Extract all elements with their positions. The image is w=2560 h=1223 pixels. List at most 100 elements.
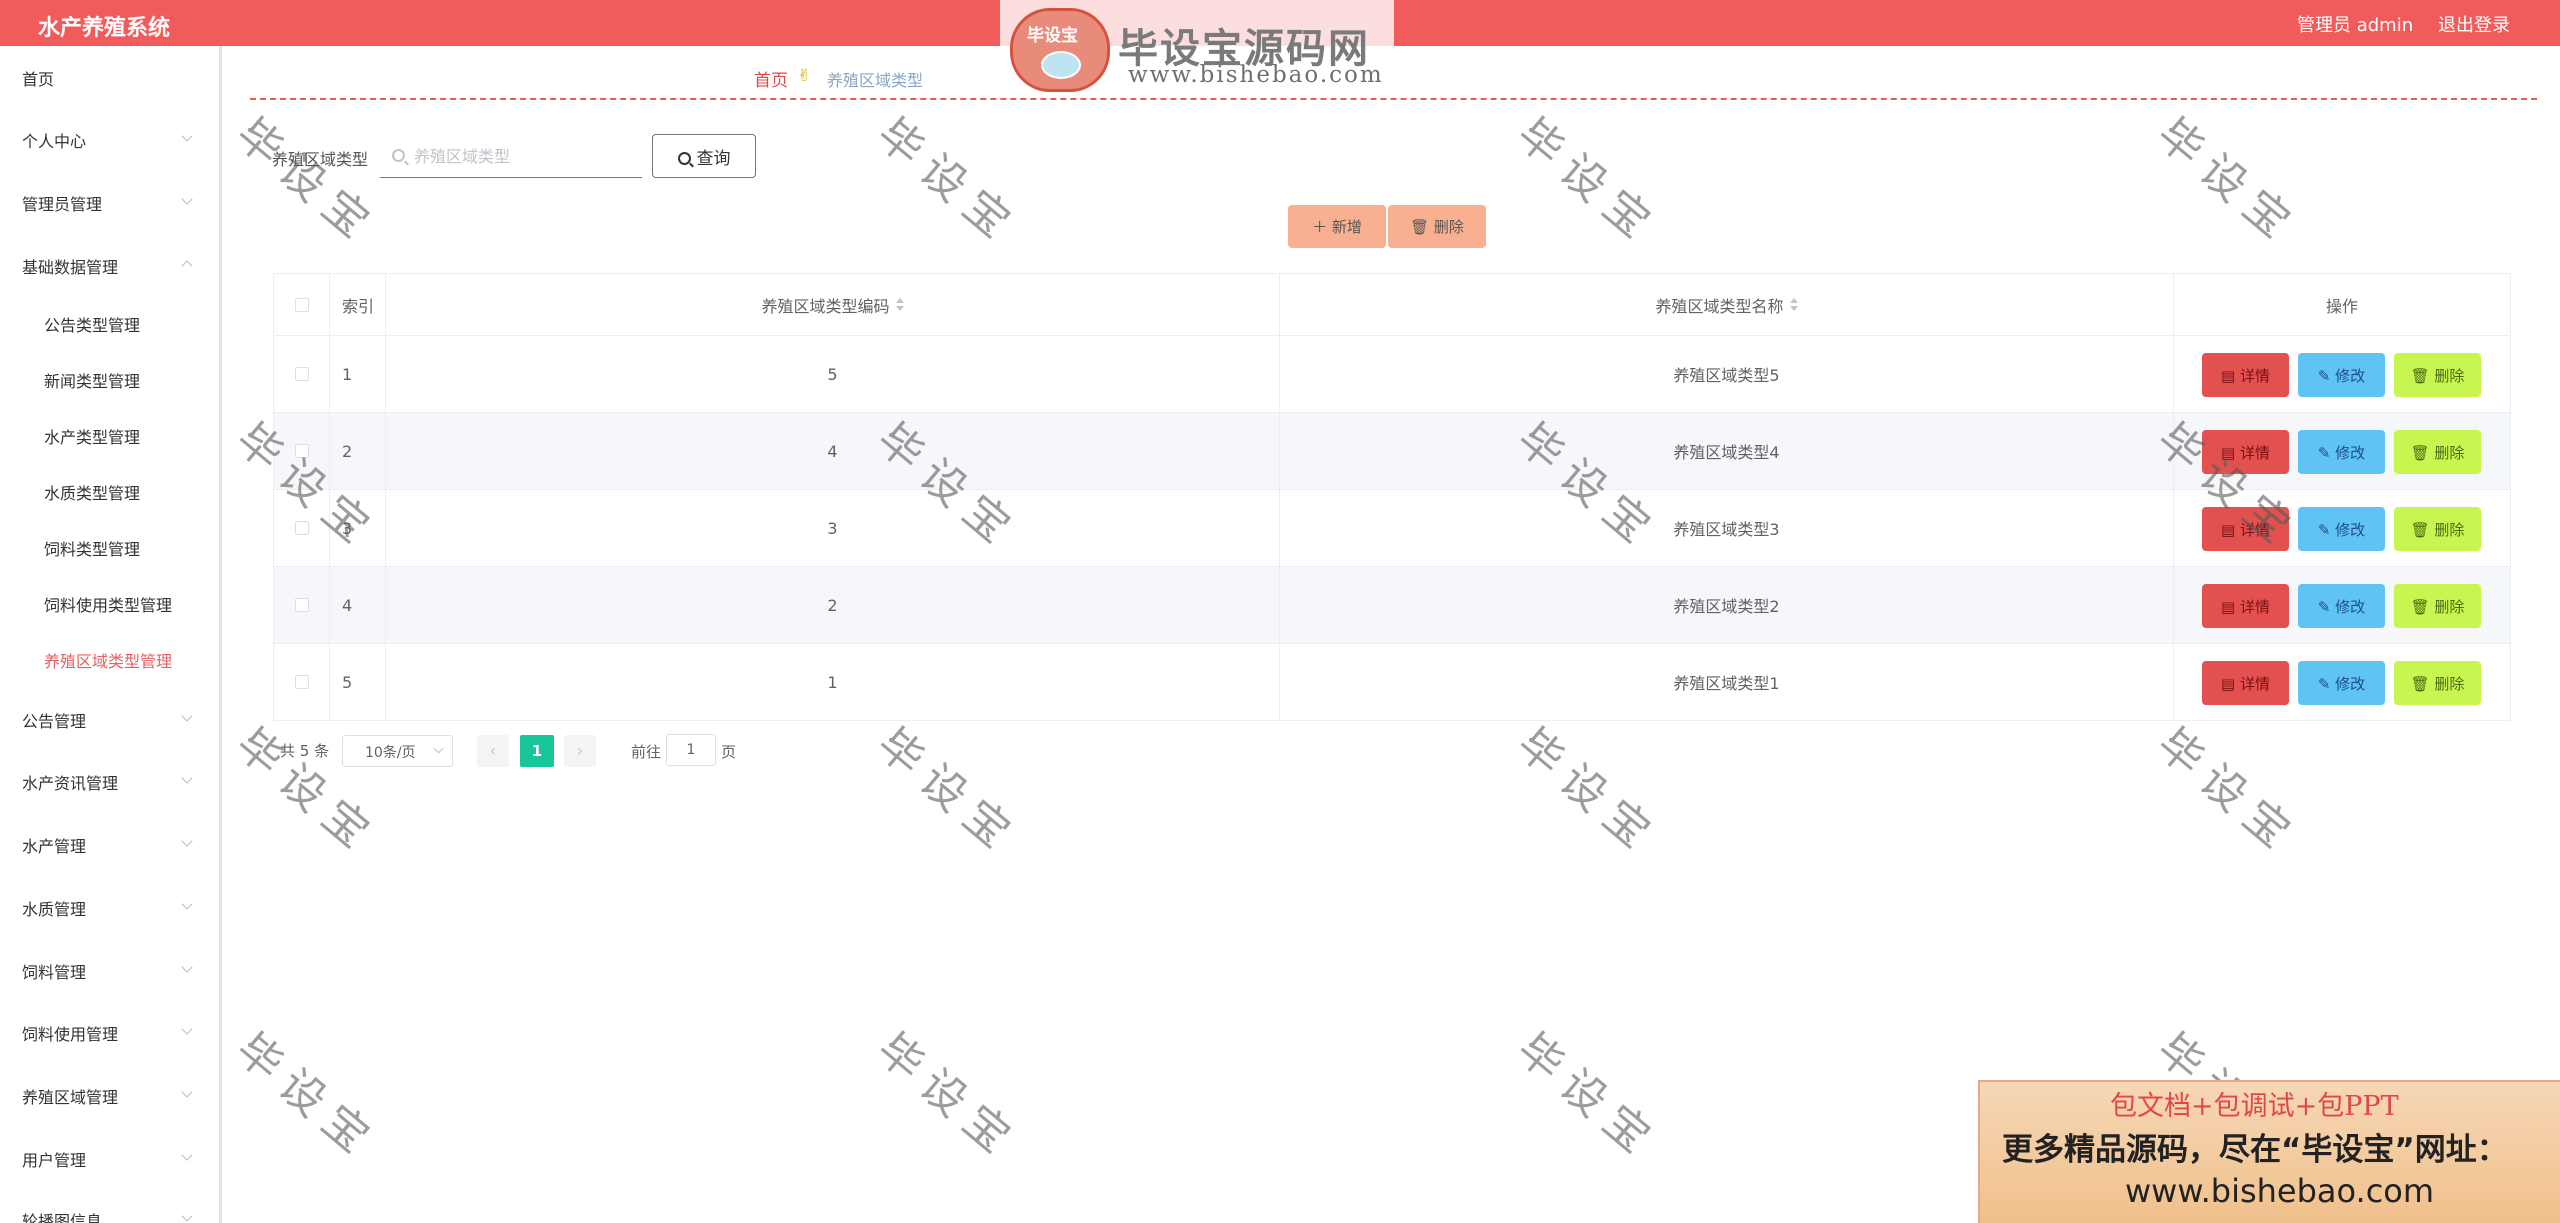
detail-button[interactable]: ▤ 详情 <box>2202 507 2289 551</box>
detail-button[interactable]: ▤ 详情 <box>2202 584 2289 628</box>
edit-button[interactable]: ✎ 修改 <box>2298 430 2385 474</box>
detail-button-label: 详情 <box>2239 520 2270 539</box>
delete-button[interactable]: 🗑 删除 <box>2394 584 2481 628</box>
edit-button[interactable]: ✎ 修改 <box>2298 584 2385 628</box>
sidebar-item[interactable]: 饲料使用类型管理 <box>0 582 219 622</box>
breadcrumb-home[interactable]: 首页 <box>754 66 788 91</box>
pencil-icon: ✎ <box>2317 597 2336 616</box>
edit-button[interactable]: ✎ 修改 <box>2298 661 2385 705</box>
chevron-down-icon <box>181 772 193 784</box>
sidebar-item[interactable]: 管理员管理 <box>0 181 219 221</box>
system-title: 水产养殖系统 <box>38 16 171 41</box>
delete-button[interactable]: 🗑 删除 <box>2394 661 2481 705</box>
sidebar-item[interactable]: 水产资讯管理 <box>0 760 219 800</box>
sidebar-item[interactable]: 公告管理 <box>0 698 219 738</box>
row-code: 3 <box>386 490 1280 566</box>
sidebar-item[interactable]: 水质类型管理 <box>0 470 219 510</box>
row-code: 1 <box>386 644 1280 720</box>
next-page-button[interactable]: › <box>564 735 596 767</box>
add-button[interactable]: ＋ 新增 <box>1288 205 1386 248</box>
sidebar-item[interactable]: 首页 <box>0 56 219 96</box>
delete-button[interactable]: 🗑 删除 <box>2394 353 2481 397</box>
query-button[interactable]: 查询 <box>652 134 756 178</box>
sidebar-item[interactable]: 新闻类型管理 <box>0 358 219 398</box>
chevron-down-icon <box>181 898 193 910</box>
header-index: 索引 <box>330 274 386 335</box>
header-name[interactable]: 养殖区域类型名称 <box>1280 274 2174 335</box>
edit-button[interactable]: ✎ 修改 <box>2298 353 2385 397</box>
edit-button[interactable]: ✎ 修改 <box>2298 507 2385 551</box>
sidebar-item-label: 个人中心 <box>22 132 87 151</box>
sidebar-item[interactable]: 基础数据管理 <box>0 244 219 284</box>
sort-icon[interactable] <box>1789 297 1798 312</box>
sidebar-item[interactable]: 养殖区域类型管理 <box>0 638 219 678</box>
header-code-label: 养殖区域类型编码 <box>761 296 890 316</box>
chevron-down-icon <box>181 1086 193 1098</box>
watermark-text: 毕设宝 <box>226 108 388 256</box>
row-checkbox[interactable] <box>294 444 309 458</box>
row-code: 4 <box>386 413 1280 489</box>
sidebar-item[interactable]: 水产管理 <box>0 823 219 863</box>
detail-button[interactable]: ▤ 详情 <box>2202 353 2289 397</box>
page-number-1[interactable]: 1 <box>520 735 554 767</box>
table-row: 2 4 养殖区域类型4 ▤ 详情 ✎ 修改 🗑 删除 <box>274 413 2510 490</box>
sidebar-item-label: 饲料使用管理 <box>22 1025 119 1044</box>
sidebar-item-label: 养殖区域管理 <box>22 1088 119 1107</box>
brand-url: www.bishebao.com <box>1128 62 1384 88</box>
row-code-value: 3 <box>827 518 838 538</box>
page-size-select[interactable]: 10条/页 <box>342 735 453 767</box>
row-checkbox[interactable] <box>294 675 309 689</box>
select-all-checkbox[interactable] <box>294 297 309 312</box>
header-code[interactable]: 养殖区域类型编码 <box>386 274 1280 335</box>
brand-badge-icon: 毕设宝 <box>1010 8 1110 92</box>
sidebar-item[interactable]: 个人中心 <box>0 118 219 158</box>
sidebar-item[interactable]: 饲料类型管理 <box>0 526 219 566</box>
watermark-text: 毕设宝 <box>226 718 388 866</box>
sidebar-item-label: 水质管理 <box>22 900 87 919</box>
detail-button-label: 详情 <box>2239 443 2270 462</box>
watermark-text: 毕设宝 <box>226 1023 388 1171</box>
logout-link[interactable]: 退出登录 <box>2438 11 2510 37</box>
row-code: 2 <box>386 567 1280 643</box>
sidebar-item-label: 养殖区域类型管理 <box>44 652 173 671</box>
detail-button[interactable]: ▤ 详情 <box>2202 430 2289 474</box>
batch-delete-button[interactable]: 🗑 删除 <box>1388 205 1486 248</box>
table-row: 5 1 养殖区域类型1 ▤ 详情 ✎ 修改 🗑 删除 <box>274 644 2510 721</box>
sidebar-item[interactable]: 饲料管理 <box>0 949 219 989</box>
row-checkbox-cell <box>274 567 330 643</box>
document-icon: ▤ <box>2221 597 2240 616</box>
chevron-down-icon <box>181 130 193 142</box>
row-checkbox[interactable] <box>294 521 309 535</box>
row-checkbox[interactable] <box>294 598 309 612</box>
row-checkbox[interactable] <box>294 367 309 381</box>
delete-button-label: 删除 <box>2434 443 2465 462</box>
sidebar-item[interactable]: 水产类型管理 <box>0 414 219 454</box>
sidebar-item[interactable]: 饲料使用管理 <box>0 1011 219 1051</box>
delete-button[interactable]: 🗑 删除 <box>2394 507 2481 551</box>
sidebar-item-label: 管理员管理 <box>22 195 103 214</box>
sidebar-item-label: 水产管理 <box>22 837 87 856</box>
goto-page-input[interactable]: 1 <box>666 734 716 766</box>
sort-icon[interactable] <box>895 297 904 312</box>
sidebar-item[interactable]: 公告类型管理 <box>0 302 219 342</box>
prev-page-button[interactable]: ‹ <box>477 735 509 767</box>
sidebar-item-label: 用户管理 <box>22 1151 87 1170</box>
row-checkbox-cell <box>274 490 330 566</box>
chevron-down-icon <box>181 835 193 847</box>
sidebar-item[interactable]: 用户管理 <box>0 1137 219 1177</box>
detail-button[interactable]: ▤ 详情 <box>2202 661 2289 705</box>
sidebar-item[interactable]: 养殖区域管理 <box>0 1074 219 1114</box>
promo-line-2: 更多精品源码，尽在“毕设宝”网址： <box>2002 1132 2508 1168</box>
delete-button[interactable]: 🗑 删除 <box>2394 430 2481 474</box>
search-input[interactable] <box>380 136 642 178</box>
watermark-text: 毕设宝 <box>1507 108 1669 256</box>
document-icon: ▤ <box>2221 520 2240 539</box>
row-checkbox-cell <box>274 413 330 489</box>
detail-button-label: 详情 <box>2239 366 2270 385</box>
sidebar-item[interactable]: 水质管理 <box>0 886 219 926</box>
header-operation-label: 操作 <box>2325 296 2358 316</box>
trash-icon: 🗑 <box>2410 520 2435 539</box>
sidebar-item[interactable]: 轮播图信息 <box>0 1198 219 1223</box>
sidebar-item-label: 新闻类型管理 <box>44 372 141 391</box>
watermark-text: 毕设宝 <box>2147 108 2309 256</box>
